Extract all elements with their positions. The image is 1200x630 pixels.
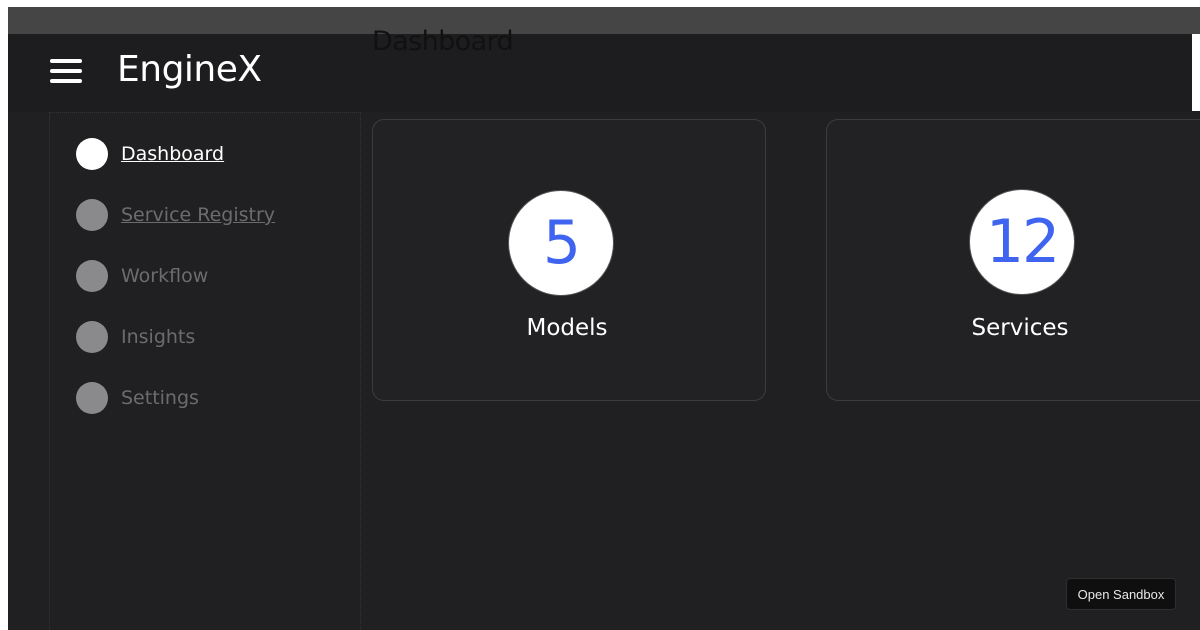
brand-logo-text[interactable]: EngineX (117, 47, 262, 93)
menu-icon-bar (50, 59, 82, 63)
sidebar-item-label: Workflow (121, 265, 209, 287)
circle-icon (76, 138, 108, 170)
circle-icon (76, 382, 108, 414)
menu-icon-bar (50, 69, 82, 73)
sidebar-item-label: Settings (121, 387, 199, 409)
circle-icon (76, 199, 108, 231)
sidebar-item-dashboard[interactable]: Dashboard (76, 137, 224, 171)
page-title: Dashboard (372, 26, 514, 57)
sidebar-item-label: Dashboard (121, 143, 225, 165)
top-strip (8, 7, 1200, 34)
sidebar-item-label: Insights (121, 326, 196, 348)
services-count-badge: 12 (969, 189, 1075, 295)
models-count-badge: 5 (508, 190, 614, 296)
circle-icon (76, 260, 108, 292)
services-label: Services (971, 315, 1069, 341)
sidebar-item-label: Service Registry (121, 204, 276, 226)
models-count: 5 (542, 208, 581, 278)
app-window: EngineX Dashboard Dashboard Service Regi… (8, 7, 1200, 630)
circle-icon (76, 321, 108, 353)
sidebar: Dashboard Service Registry Workflow Insi… (49, 112, 361, 630)
sidebar-item-service-registry[interactable]: Service Registry (76, 198, 275, 232)
services-card[interactable]: 12 Services (826, 119, 1200, 401)
models-card[interactable]: 5 Models (372, 119, 766, 401)
models-label: Models (526, 315, 608, 341)
header-right-panel (1192, 34, 1200, 111)
menu-icon[interactable] (50, 57, 82, 89)
menu-icon-bar (50, 79, 82, 83)
sidebar-item-insights[interactable]: Insights (76, 320, 195, 354)
sidebar-item-workflow[interactable]: Workflow (76, 259, 208, 293)
services-count: 12 (985, 207, 1060, 277)
open-sandbox-button[interactable]: Open Sandbox (1066, 578, 1176, 610)
sidebar-item-settings[interactable]: Settings (76, 381, 199, 415)
